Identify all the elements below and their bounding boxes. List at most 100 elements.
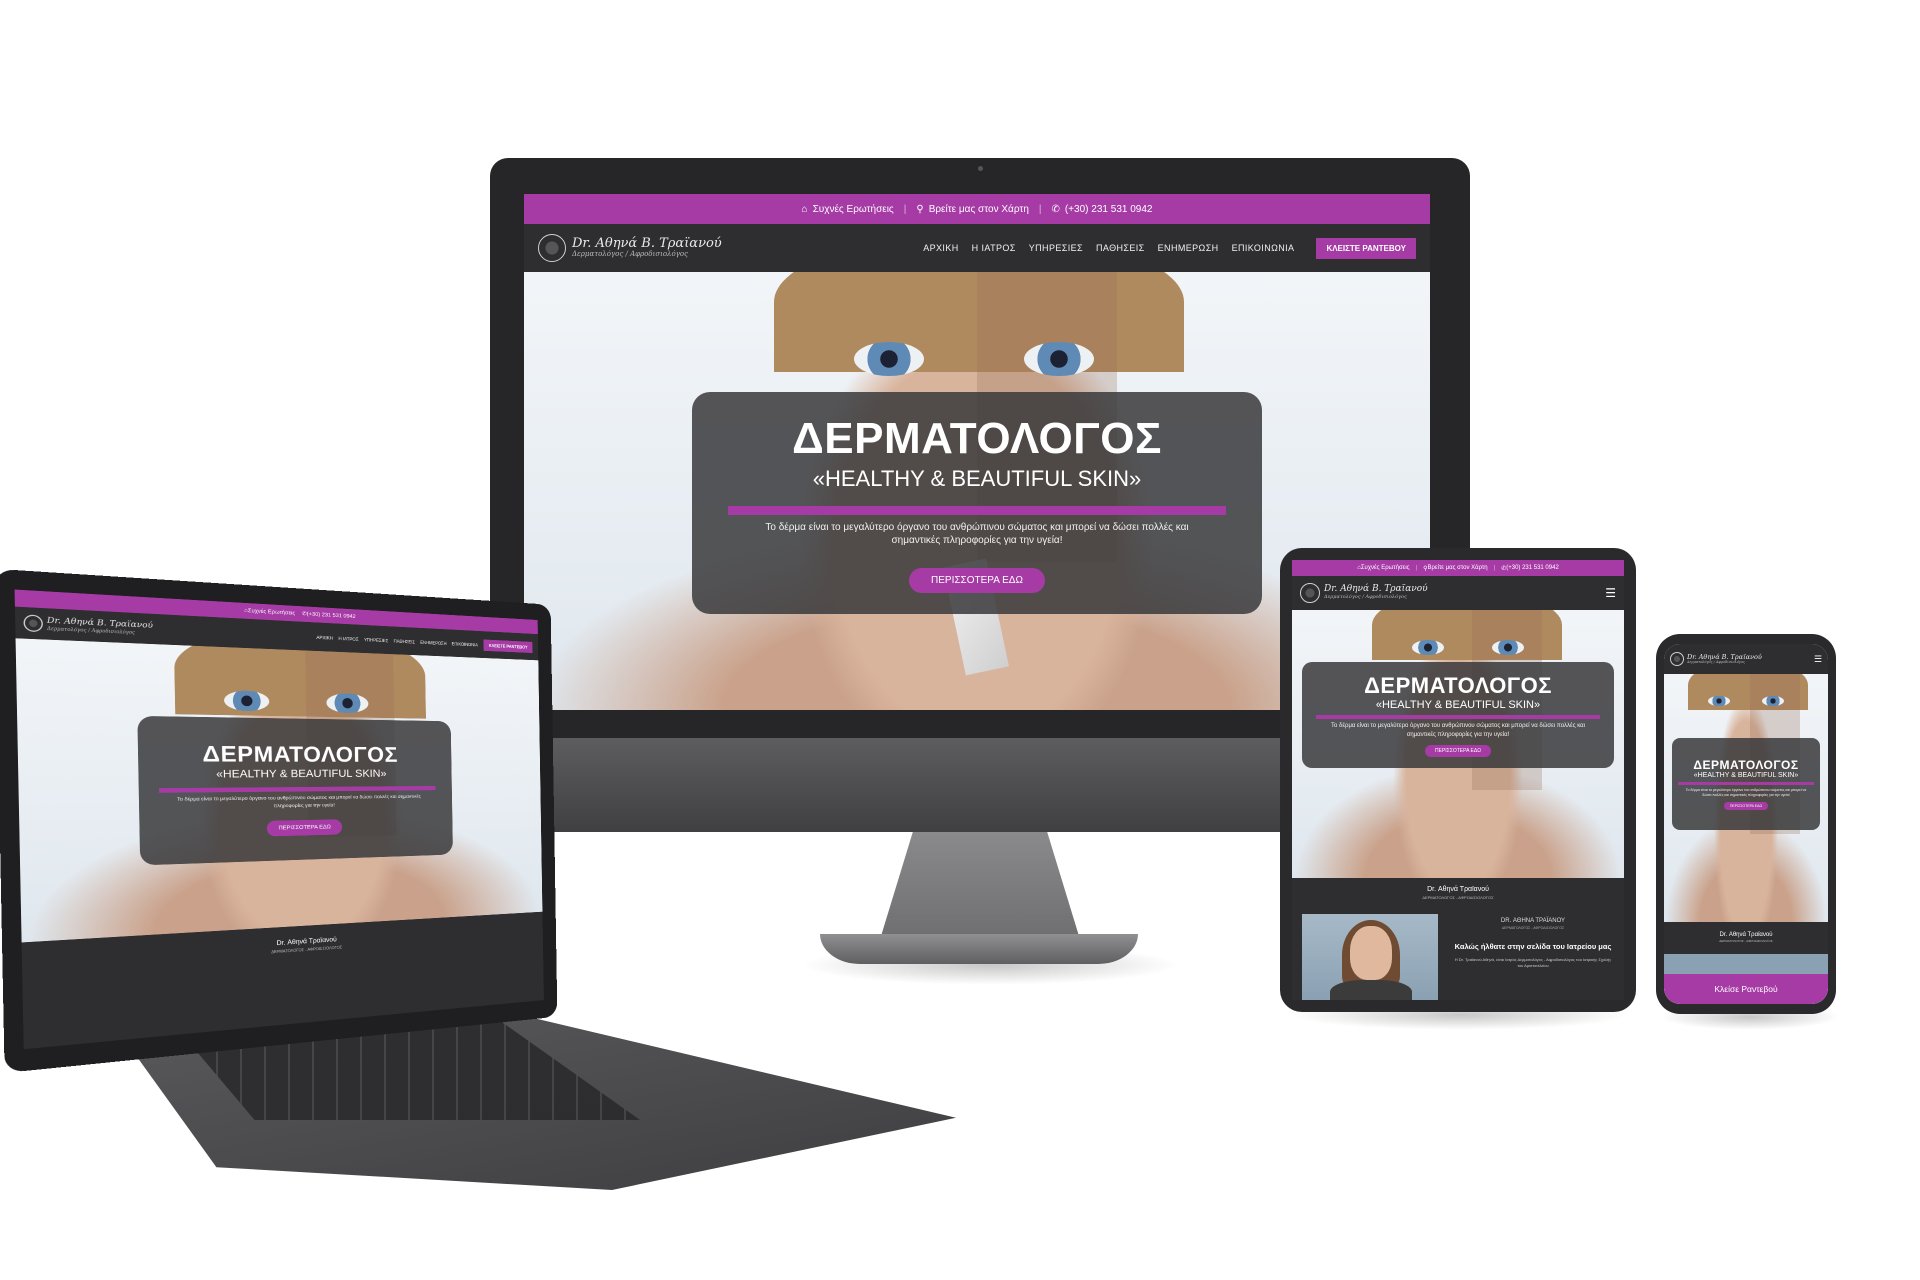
hero-accent-bar [1316,715,1600,720]
hero-right-eye-image [1024,342,1094,376]
hero-title: ΔΕΡΜΑΤΟΛΟΓΟΣ [1364,673,1552,699]
doctor-name: Dr. Αθηνά Τραϊανού [1719,932,1773,938]
hamburger-icon[interactable]: ☰ [1814,654,1822,665]
menu-item-doctor[interactable]: Η ΙΑΤΡΟΣ [338,635,358,641]
divider: | [1493,565,1496,571]
book-appointment-button[interactable]: ΚΛΕΙΣΤΕ ΡΑΝΤΕΒΟΥ [1316,237,1416,259]
tablet-device: ⌂ Συχνές Ερωτήσεις | ⚲ Βρείτε μας στον Χ… [1280,548,1636,1012]
hero-text: Το δέρμα είναι το μεγαλύτερο όργανο του … [1331,723,1585,738]
divider: | [1415,565,1418,571]
site-logo[interactable]: Dr. Αθηνά Β. Τραϊανού Δερματολόγος / Αφρ… [538,234,722,262]
hamburger-icon[interactable]: ☰ [1605,586,1616,600]
doctor-photo [1302,914,1438,1000]
main-navbar: Dr. Αθηνά Β. Τραϊανού Δερματολόγος / Αφρ… [1292,576,1624,610]
menu-item-contact[interactable]: ΕΠΙΚΟΙΝΩΝΙΑ [452,641,478,647]
hero-more-button[interactable]: ΠΕΡΙΣΣΟΤΕΡΑ ΕΔΩ [1723,802,1769,811]
faq-label: Συχνές Ερωτήσεις [1360,565,1410,571]
hero-subtitle: «HEALTHY & BEAUTIFUL SKIN» [1375,699,1541,712]
site-logo[interactable]: Dr. Αθηνά Β. Τραϊανού Δερματολόγος / Αφρ… [23,614,153,637]
welcome-text: Η Dr. Τραϊανού Αθηνά, είναι Ιατρός Δερμα… [1454,957,1612,968]
logo-text: Dr. Αθηνά Β. Τραϊανού Δερματολόγος / Αφρ… [47,615,153,636]
doctor-photo-face [1350,926,1392,980]
doctor-photo-body [1330,980,1412,1000]
top-info-bar: ⌂ Συχνές Ερωτήσεις | ⚲ Βρείτε μας στον Χ… [1292,560,1624,576]
faq-link[interactable]: ⌂ Συχνές Ερωτήσεις [802,204,894,215]
phone-label: (+30) 231 531 0942 [1506,565,1559,571]
logo-text: Dr. Αθηνά Β. Τραϊανού Δερματολόγος / Αφρ… [1687,653,1762,665]
phone-link[interactable]: ✆ (+30) 231 531 0942 [1052,204,1153,215]
phone-link[interactable]: ✆ (+30) 231 531 0942 [1501,565,1559,572]
top-info-bar: ⌂ Συχνές Ερωτήσεις | ⚲ Βρείτε μας στον Χ… [524,194,1430,224]
map-link[interactable]: ⚲ Βρείτε μας στον Χάρτη [916,204,1029,215]
site-logo[interactable]: Dr. Αθηνά Β. Τραϊανού Δερματολόγος / Αφρ… [1300,583,1428,603]
menu-item-news[interactable]: ΕΝΗΜΕΡΩΣΗ [1158,243,1219,253]
logo-seal-icon [1300,583,1320,603]
logo-text: Dr. Αθηνά Β. Τραϊανού Δερματολόγος / Αφρ… [1324,584,1428,600]
hero-right-eye-image [1492,640,1524,655]
welcome-heading: Καλώς ήλθατε στην σελίδα του Ιατρείου μα… [1454,942,1612,951]
map-label: Βρείτε μας στον Χάρτη [1427,565,1488,571]
hero-card: ΔΕΡΜΑΤΟΛΟΓΟΣ «HEALTHY & BEAUTIFUL SKIN» … [1302,662,1614,768]
hero-accent-bar [1678,781,1814,785]
hero-section: ΔΕΡΜΑΤΟΛΟΓΟΣ «HEALTHY & BEAUTIFUL SKIN» … [1292,610,1624,878]
hero-more-button[interactable]: ΠΕΡΙΣΣΟΤΕΡΑ ΕΔΩ [266,818,343,836]
hero-more-button[interactable]: ΠΕΡΙΣΣΟΤΕΡΑ ΕΔΩ [1425,744,1491,757]
logo-seal-icon [1670,652,1684,666]
home-icon: ⌂ [801,203,808,215]
phone-link[interactable]: ✆ (+30) 231 531 0942 [302,611,356,621]
faq-link[interactable]: ⌂ Συχνές Ερωτήσεις [244,607,295,617]
faq-link[interactable]: ⌂ Συχνές Ερωτήσεις [1357,565,1409,571]
map-link[interactable]: ⚲ Βρείτε μας στον Χάρτη [1423,565,1488,572]
menu-item-news[interactable]: ΕΝΗΜΕΡΩΣΗ [420,639,446,645]
phone-icon: ✆ [1051,203,1060,215]
logo-seal-icon [538,234,566,262]
doctor-role: ΔΕΡΜΑΤΟΛΟΓΟΣ - ΑΦΡΟΔΙΣΙΟΛΟΓΟΣ [1422,895,1494,900]
logo-tagline: Δερματολόγος / Αφροδισιολόγος [572,250,689,259]
logo-seal-icon [23,614,44,633]
main-navbar: Dr. Αθηνά Β. Τραϊανού Δερματολόγος / Αφρ… [524,224,1430,272]
menu-item-contact[interactable]: ΕΠΙΚΟΙΝΩΝΙΑ [1232,243,1295,253]
hero-left-eye-image [1412,640,1444,655]
hero-left-eye-image [854,342,924,376]
tablet-screen: ⌂ Συχνές Ερωτήσεις | ⚲ Βρείτε μας στον Χ… [1292,560,1624,1000]
hero-card: ΔΕΡΜΑΤΟΛΟΓΟΣ «HEALTHY & BEAUTIFUL SKIN» … [137,715,453,866]
menu-item-doctor[interactable]: Η ΙΑΤΡΟΣ [972,243,1016,253]
menu-item-home[interactable]: ΑΡΧΙΚΗ [923,243,958,253]
hero-subtitle: «HEALTHY & BEAUTIFUL SKIN» [812,465,1142,491]
mobile-book-button[interactable]: Κλείσε Ραντεβού [1664,974,1828,1004]
site-logo[interactable]: Dr. Αθηνά Β. Τραϊανού Δερματολόγος / Αφρ… [1670,652,1762,666]
desktop-stand [879,832,1081,942]
hero-title: ΔΕΡΜΑΤΟΛΟΓΟΣ [1693,757,1799,772]
map-label: Βρείτε μας στον Χάρτη [928,203,1029,215]
menu-item-home[interactable]: ΑΡΧΙΚΗ [316,634,333,640]
welcome-doctor-role: ΔΕΡΜΑΤΟΛΟΓΟΣ - ΑΦΡΟΔΙΣΙΟΛΟΓΟΣ [1501,926,1565,930]
phone-screen: Dr. Αθηνά Β. Τραϊανού Δερματολόγος / Αφρ… [1664,644,1828,1004]
hero-left-eye-image [1708,696,1730,706]
map-pin-icon: ⚲ [916,203,924,215]
phone-label: (+30) 231 531 0942 [306,610,356,621]
menu-item-services[interactable]: ΥΠΗΡΕΣΙΕΣ [1029,243,1083,253]
menu-item-conditions[interactable]: ΠΑΘΗΣΕΙΣ [1096,243,1145,253]
hero-card: ΔΕΡΜΑΤΟΛΟΓΟΣ «HEALTHY & BEAUTIFUL SKIN» … [692,392,1262,614]
hero-accent-bar [728,505,1226,515]
hero-subtitle: «HEALTHY & BEAUTIFUL SKIN» [1693,771,1799,779]
logo-tagline: Δερματολόγος / Αφροδισιολόγος [1687,659,1746,664]
hero-text: Το δέρμα είναι το μεγαλύτερο όργανο του … [765,521,1189,547]
hero-text: Το δέρμα είναι το μεγαλύτερο όργανο του … [177,793,421,808]
menu-item-services[interactable]: ΥΠΗΡΕΣΙΕΣ [364,636,388,643]
hero-more-button[interactable]: ΠΕΡΙΣΣΟΤΕΡΑ ΕΔΩ [909,567,1045,593]
desktop-stand-base [820,934,1138,964]
book-appointment-button[interactable]: ΚΛΕΙΣΤΕ ΡΑΝΤΕΒΟΥ [483,638,533,653]
menu-item-conditions[interactable]: ΠΑΘΗΣΕΙΣ [394,638,415,644]
main-menu: ΑΡΧΙΚΗ Η ΙΑΤΡΟΣ ΥΠΗΡΕΣΙΕΣ ΠΑΘΗΣΕΙΣ ΕΝΗΜΕ… [316,634,477,647]
hero-right-eye-image [1762,696,1784,706]
webcam [978,166,983,171]
welcome-block: DR. ΑΘΗΝΑ ΤΡΑΪΑΝΟΥ ΔΕΡΜΑΤΟΛΟΓΟΣ - ΑΦΡΟΔΙ… [1452,918,1614,969]
doctor-band: Dr. Αθηνά Τραϊανού ΔΕΡΜΑΤΟΛΟΓΟΣ - ΑΦΡΟΔΙ… [1664,922,1828,954]
logo-text: Dr. Αθηνά Β. Τραϊανού Δερματολόγος / Αφρ… [572,236,722,259]
hero-text: Το δέρμα είναι το μεγαλύτερο όργανο του … [1685,787,1807,797]
doctor-role: ΔΕΡΜΑΤΟΛΟΓΟΣ - ΑΦΡΟΔΙΣΙΟΛΟΓΟΣ [1719,939,1773,943]
main-navbar: Dr. Αθηνά Β. Τραϊανού Δερματολόγος / Αφρ… [1664,644,1828,674]
doctor-section: Dr. Αθηνά Τραϊανού ΔΕΡΜΑΤΟΛΟΓΟΣ - ΑΦΡΟΔΙ… [1292,878,1624,1000]
laptop-lid: ⌂ Συχνές Ερωτήσεις ✆ (+30) 231 531 0942 … [0,568,558,1074]
